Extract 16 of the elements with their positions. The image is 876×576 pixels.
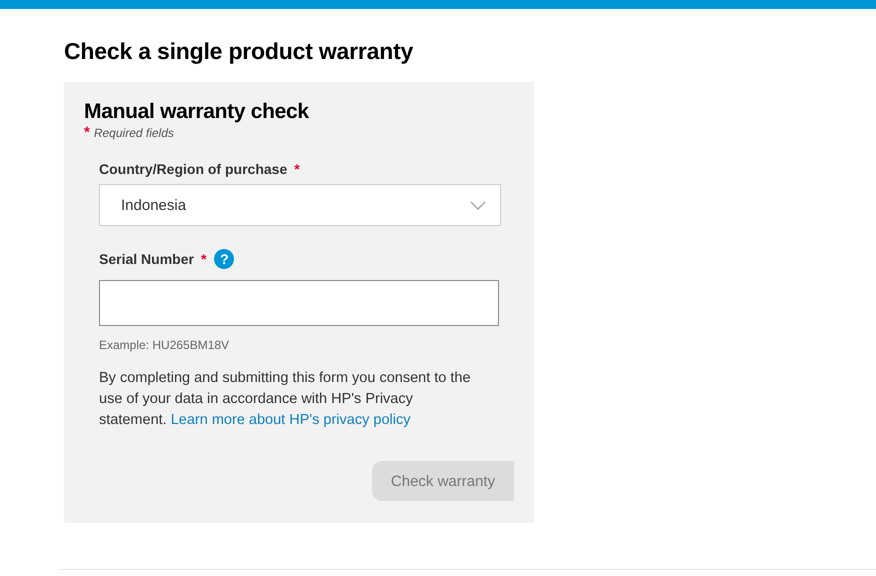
privacy-link[interactable]: Learn more about HP's privacy policy [170, 412, 410, 428]
required-mark: * [294, 161, 300, 177]
required-mark: * [84, 124, 90, 141]
serial-number-field[interactable] [99, 280, 499, 326]
help-icon[interactable]: ? [214, 249, 234, 269]
consent-text: By completing and submitting this form you consent to the use of your data in accordance with HP's Privacy statement. Learn more about HP's privacy policy [99, 369, 472, 430]
field-label: Country/Region of purchase [99, 161, 288, 177]
page-title: Check a single product warranty [64, 38, 414, 65]
chevron-down-icon [470, 200, 486, 210]
required-mark: * [200, 251, 206, 267]
country-select[interactable]: Indonesia [99, 184, 501, 226]
select-value: Indonesia [121, 196, 186, 214]
field-hint: Example: HU265BM18V [99, 338, 230, 352]
required-note: Required fields [94, 126, 174, 140]
form-title: Manual warranty check [84, 100, 309, 124]
field-label: Serial Number [99, 251, 194, 267]
